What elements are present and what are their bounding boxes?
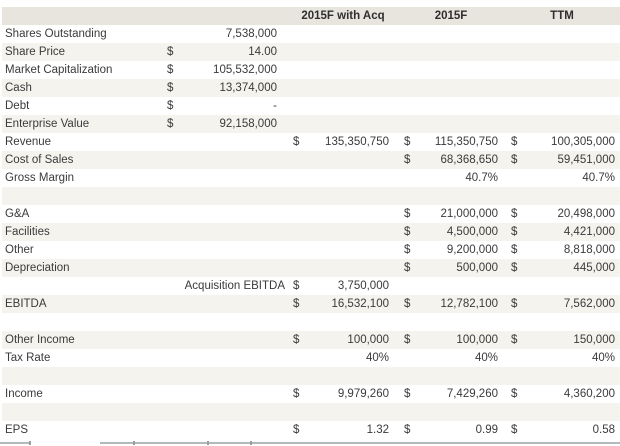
row-label[interactable] [5, 367, 175, 385]
cell-value-b[interactable]: - [177, 97, 277, 115]
table-row: Revenue$135,350,750$115,350,750$100,305,… [2, 133, 620, 151]
row-label[interactable]: Revenue [5, 133, 175, 151]
row-label[interactable]: Other [5, 241, 175, 259]
table-row [2, 187, 620, 205]
table-row: Market Capitalization$105,532,000 [2, 61, 620, 79]
table-row: EBITDA$16,532,100$12,782,100$7,562,000 [2, 295, 620, 313]
row-label[interactable] [5, 313, 175, 331]
cell-value-ttm[interactable]: 7,562,000 [515, 295, 615, 313]
row-label[interactable]: Tax Rate [5, 349, 175, 367]
sheet-tab-separator [29, 441, 31, 445]
table-row: Other$9,200,000$8,818,000 [2, 241, 620, 259]
cell-value-2015f-with-acq[interactable]: 1.32 [289, 421, 389, 439]
table-row: Income$9,979,260$7,429,260$4,360,200 [2, 385, 620, 403]
cell-value-b[interactable]: 92,158,000 [177, 115, 277, 133]
cell-value-ttm[interactable]: 40% [515, 349, 615, 367]
cell-value-ttm[interactable]: 445,000 [515, 259, 615, 277]
cell-value-2015f-with-acq[interactable]: 40% [289, 349, 389, 367]
table-row: Debt$- [2, 97, 620, 115]
table-row: Shares Outstanding7,538,000 [2, 25, 620, 43]
table-row: EPS$1.32$0.99$0.58 [2, 421, 620, 439]
cell-value-2015f[interactable]: 9,200,000 [398, 241, 498, 259]
column-header-ttm[interactable]: TTM [505, 7, 619, 25]
row-label[interactable]: Shares Outstanding [5, 25, 175, 43]
cell-value-2015f[interactable]: 0.99 [398, 421, 498, 439]
cell-value-2015f[interactable]: 40% [398, 349, 498, 367]
sheet-tabs[interactable] [0, 440, 620, 446]
cell-value-2015f[interactable]: 40.7% [398, 169, 498, 187]
row-label[interactable] [5, 403, 175, 421]
row-label[interactable]: Debt [5, 97, 175, 115]
column-header-2015f[interactable]: 2015F [395, 7, 507, 25]
cell-value-2015f-with-acq[interactable]: 100,000 [289, 331, 389, 349]
cell-value-ttm[interactable]: 100,305,000 [515, 133, 615, 151]
cell-value-ttm[interactable]: 4,360,200 [515, 385, 615, 403]
row-label[interactable]: Share Price [5, 43, 175, 61]
row-label[interactable]: Gross Margin [5, 169, 175, 187]
row-label[interactable]: EPS [5, 421, 175, 439]
table-row: Depreciation$500,000$445,000 [2, 259, 620, 277]
table-row: Other Income$100,000$100,000$150,000 [2, 331, 620, 349]
row-label[interactable]: Depreciation [5, 259, 175, 277]
row-label[interactable]: Facilities [5, 223, 175, 241]
row-label[interactable]: G&A [5, 205, 175, 223]
table-row: Cash$13,374,000 [2, 79, 620, 97]
spreadsheet: 2015F with Acq 2015F TTM Shares Outstand… [0, 0, 620, 446]
cell-value-b[interactable]: 13,374,000 [177, 79, 277, 97]
cell-value-2015f[interactable]: 7,429,260 [398, 385, 498, 403]
column-header-band: 2015F with Acq 2015F TTM [2, 7, 620, 25]
table-row: Share Price$14.00 [2, 43, 620, 61]
sheet-tab-edge [100, 442, 620, 444]
table-row: G&A$21,000,000$20,498,000 [2, 205, 620, 223]
cell-value-ttm[interactable]: 0.58 [515, 421, 615, 439]
table-row [2, 313, 620, 331]
row-sublabel[interactable]: Acquisition EBITDA [60, 277, 285, 295]
table-row [2, 367, 620, 385]
cell-value-b[interactable]: 7,538,000 [177, 25, 277, 43]
cell-value-ttm[interactable]: 20,498,000 [515, 205, 615, 223]
row-label[interactable] [5, 187, 175, 205]
row-label[interactable]: Market Capitalization [5, 61, 175, 79]
cell-value-2015f[interactable]: 21,000,000 [398, 205, 498, 223]
table-row: Facilities$4,500,000$4,421,000 [2, 223, 620, 241]
cell-value-2015f-with-acq[interactable]: 9,979,260 [289, 385, 389, 403]
cell-value-2015f-with-acq[interactable]: 3,750,000 [289, 277, 389, 295]
cell-value-2015f[interactable]: 115,350,750 [398, 133, 498, 151]
cell-value-2015f[interactable]: 4,500,000 [398, 223, 498, 241]
row-label[interactable]: Enterprise Value [5, 115, 175, 133]
cell-value-b[interactable]: 105,532,000 [177, 61, 277, 79]
sheet-tab-separator [250, 441, 252, 445]
row-label[interactable]: Cost of Sales [5, 151, 175, 169]
sheet-tab-separator [207, 441, 209, 445]
cell-value-ttm[interactable]: 150,000 [515, 331, 615, 349]
row-label[interactable]: Cash [5, 79, 175, 97]
cell-value-2015f[interactable]: 100,000 [398, 331, 498, 349]
row-label[interactable]: Income [5, 385, 175, 403]
column-header-2015f-with-acq[interactable]: 2015F with Acq [289, 7, 397, 25]
sheet-tab-edge [0, 442, 30, 444]
cell-value-2015f[interactable]: 68,368,650 [398, 151, 498, 169]
table-row: Gross Margin 40.7% 40.7% [2, 169, 620, 187]
table-row: Tax Rate 40% 40% 40% [2, 349, 620, 367]
table-row: Cost of Sales$68,368,650$59,451,000 [2, 151, 620, 169]
table-row [2, 403, 620, 421]
table-row: Acquisition EBITDA$3,750,000 [2, 277, 620, 295]
table-row: Enterprise Value$92,158,000 [2, 115, 620, 133]
cell-value-b[interactable]: 14.00 [177, 43, 277, 61]
cell-value-2015f-with-acq[interactable]: 16,532,100 [289, 295, 389, 313]
cell-value-2015f-with-acq[interactable]: 135,350,750 [289, 133, 389, 151]
cell-value-2015f[interactable]: 500,000 [398, 259, 498, 277]
row-label[interactable]: EBITDA [5, 295, 175, 313]
cell-value-ttm[interactable]: 8,818,000 [515, 241, 615, 259]
cell-value-ttm[interactable]: 40.7% [515, 169, 615, 187]
sheet-tab-separator [133, 441, 135, 445]
row-label[interactable]: Other Income [5, 331, 175, 349]
cell-value-2015f[interactable]: 12,782,100 [398, 295, 498, 313]
cell-value-ttm[interactable]: 4,421,000 [515, 223, 615, 241]
cell-value-ttm[interactable]: 59,451,000 [515, 151, 615, 169]
